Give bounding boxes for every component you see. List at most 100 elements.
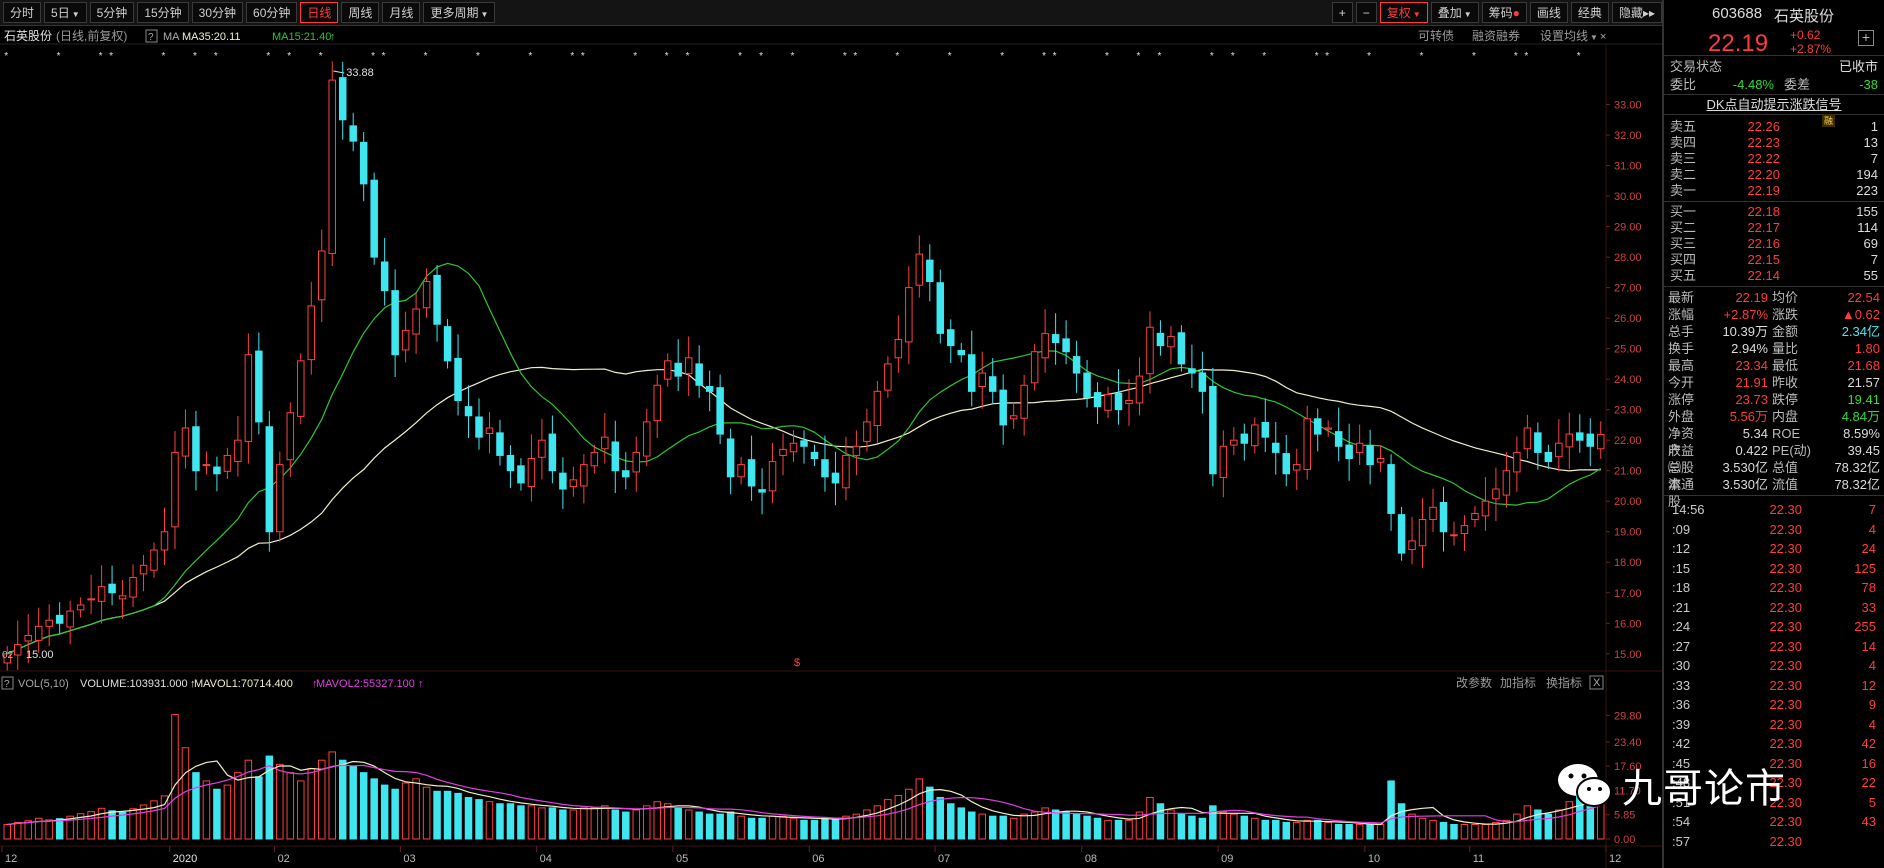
period-tab-fenshi[interactable]: 分时 — [3, 2, 42, 23]
volume-bar — [359, 772, 368, 840]
stats-row: 总股本 3.530亿 总值 78.32亿 — [1664, 459, 1884, 492]
level-price: 22.16 — [1747, 236, 1780, 251]
volume-bar — [265, 755, 274, 840]
tick-volume: 22 — [1861, 775, 1876, 790]
stats-row: 外盘 5.56万 内盘 4.84万 — [1664, 408, 1884, 425]
add-watchlist-button[interactable]: + — [1858, 30, 1874, 46]
stat-value: 0.422 — [1735, 443, 1768, 458]
candle-body — [1397, 514, 1406, 554]
tick-row: :30 22.30 4 — [1664, 656, 1884, 676]
event-marker: * — [1262, 51, 1266, 62]
volume-bar — [999, 815, 1007, 840]
zoom-in-button[interactable]: + — [1331, 2, 1353, 23]
level-label: 卖二 — [1670, 167, 1697, 182]
event-marker: * — [1577, 51, 1581, 62]
ask-level[interactable]: 卖一 22.19 223 — [1664, 183, 1884, 199]
ma15-value: MA15:21.40 — [272, 31, 331, 43]
vol-mavol2-value: MAVOL2:55327.100 — [316, 678, 415, 690]
fuquan-button[interactable]: 复权 ▼ — [1379, 2, 1428, 23]
bid-level[interactable]: 买三 22.16 69 — [1664, 236, 1884, 252]
period-tab-5day[interactable]: 5日 ▼ — [44, 2, 87, 23]
date-tick-label: 02 — [278, 853, 290, 865]
period-tab-60min[interactable]: 60分钟 — [246, 2, 298, 23]
tick-time: :42 — [1672, 736, 1691, 751]
switch-indicator-button[interactable]: 换指标 — [1546, 675, 1582, 690]
dk-signal-link[interactable]: DK点自动提示涨跌信号 — [1664, 95, 1884, 115]
low-annotation: 15.00 — [26, 649, 54, 661]
draw-line-button[interactable]: 画线 — [1529, 2, 1568, 23]
add-indicator-button[interactable]: 加指标 — [1500, 675, 1536, 690]
level-volume: 13 — [1863, 135, 1878, 150]
tick-price: 22.30 — [1769, 502, 1802, 517]
classic-button[interactable]: 经典 — [1570, 2, 1609, 23]
link-ma-settings[interactable]: 设置均线 — [1540, 29, 1588, 43]
candle-body — [622, 470, 630, 478]
period-tab-30min[interactable]: 30分钟 — [191, 2, 244, 23]
event-marker: * — [759, 51, 763, 62]
volume-bar — [758, 817, 766, 840]
volume-bar — [527, 805, 536, 840]
close-panel-icon[interactable]: × — [1600, 31, 1606, 43]
candle-body — [1366, 445, 1374, 466]
volume-bar — [1324, 821, 1332, 840]
tick-volume: 78 — [1861, 580, 1876, 595]
period-tab-weekly[interactable]: 周线 — [341, 2, 380, 23]
level-label: 买一 — [1670, 204, 1697, 219]
candle-body — [454, 357, 462, 402]
event-marker: * — [1000, 51, 1004, 62]
price-tick-label: 25.00 — [1614, 344, 1642, 356]
candle-body — [1146, 326, 1154, 375]
event-marker: * — [581, 51, 585, 62]
candle-body — [139, 564, 148, 575]
volume-bar — [1156, 803, 1165, 840]
bid-level[interactable]: 买二 22.17 114 — [1664, 220, 1884, 236]
date-tick-label: 03 — [403, 853, 415, 865]
stats-row: 今开 21.91 昨收 21.57 — [1664, 374, 1884, 391]
period-tab-5min[interactable]: 5分钟 — [89, 2, 135, 23]
period-tab-daily[interactable]: 日线 — [300, 2, 339, 23]
volume-bar — [988, 815, 997, 840]
period-tab-monthly[interactable]: 月线 — [382, 2, 421, 23]
period-tab-15min[interactable]: 15分钟 — [137, 2, 189, 23]
volume-bar — [1009, 817, 1018, 840]
bid-level[interactable]: 买五 22.14 55 — [1664, 268, 1884, 284]
vol-mavol1-value: MAVOL1:70714.400 — [194, 678, 293, 690]
ask-level[interactable]: 卖五 22.26 1 — [1664, 119, 1884, 135]
volume-bar — [1376, 823, 1385, 840]
tick-row: :57 22.30 — [1664, 832, 1884, 852]
candle-body — [1072, 356, 1081, 374]
level-volume: 194 — [1856, 167, 1878, 182]
kline-chart-svg[interactable]: 石英股份 (日线,前复权) ? MA MA35:20.11 MA15:21.40… — [0, 26, 1662, 868]
change-params-button[interactable]: 改参数 — [1456, 675, 1492, 690]
kline-chart-area[interactable]: 石英股份 (日线,前复权) ? MA MA35:20.11 MA15:21.40… — [0, 26, 1662, 868]
event-marker: * — [319, 51, 323, 62]
tick-price: 22.30 — [1769, 736, 1802, 751]
link-convertible-bond[interactable]: 可转债 — [1418, 28, 1454, 43]
hide-button[interactable]: 隐藏▸▸ — [1611, 2, 1662, 23]
bid-level[interactable]: 买四 22.15 7 — [1664, 252, 1884, 268]
volume-bar — [496, 803, 504, 840]
tick-price: 22.30 — [1769, 521, 1802, 537]
weicha-value: -38 — [1859, 77, 1878, 92]
tick-volume: 4 — [1868, 521, 1876, 537]
stat-label: 昨收 — [1772, 375, 1799, 390]
volume-bar — [24, 820, 32, 840]
price-change-pct: +2.87% — [1790, 42, 1832, 56]
ask-level[interactable]: 卖三 22.22 7 — [1664, 151, 1884, 167]
ask-level[interactable]: 卖二 22.20 194 — [1664, 167, 1884, 183]
period-tab-more[interactable]: 更多周期 ▼ — [423, 2, 496, 23]
ask-level[interactable]: 卖四 22.23 13 — [1664, 135, 1884, 151]
level-price: 22.23 — [1747, 135, 1780, 150]
bid-level[interactable]: 买一 22.18 155 — [1664, 204, 1884, 220]
level-price: 22.18 — [1747, 204, 1780, 219]
date-tick-label: 10 — [1368, 853, 1380, 865]
overlay-button[interactable]: 叠加 ▼ — [1430, 2, 1479, 23]
link-margin-trading[interactable]: 融资融券 — [1472, 28, 1520, 43]
tick-row: :27 22.30 14 — [1664, 637, 1884, 657]
zoom-out-button[interactable]: − — [1355, 2, 1377, 23]
volume-bar — [1292, 821, 1301, 840]
chips-button[interactable]: 筹码● — [1481, 2, 1527, 23]
tick-row: :54 22.30 43 — [1664, 812, 1884, 832]
event-marker: * — [1524, 51, 1528, 62]
volume-bar — [842, 815, 850, 840]
